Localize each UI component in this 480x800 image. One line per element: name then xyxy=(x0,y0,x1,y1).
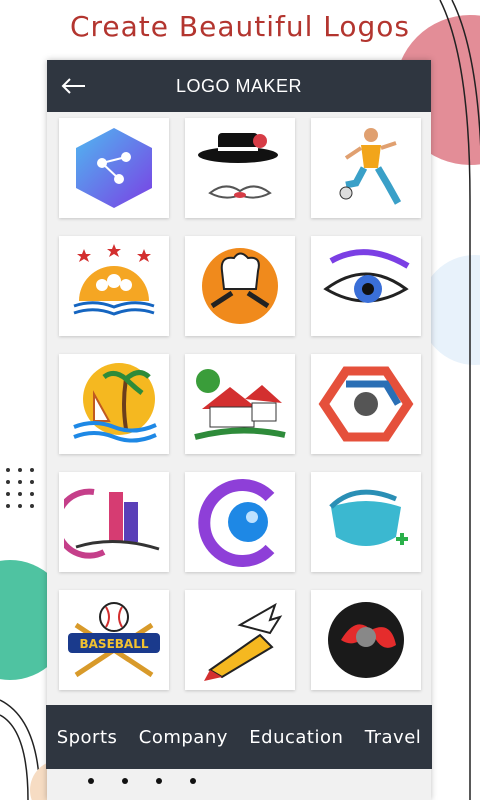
tech-hexagon-logo[interactable] xyxy=(59,118,169,218)
dot xyxy=(88,778,94,784)
hexagon-eye-icon xyxy=(318,366,414,442)
tab-sports[interactable]: Sports xyxy=(57,727,118,748)
education-book-sun-logo[interactable] xyxy=(59,236,169,336)
letter-c-icon xyxy=(198,479,275,567)
app-bar: LOGO MAKER xyxy=(47,60,431,112)
dot xyxy=(122,778,128,784)
tech-hexagon-eye-logo[interactable] xyxy=(311,354,421,454)
baseball-icon: BASEBALL xyxy=(68,602,160,678)
back-button[interactable] xyxy=(47,60,99,112)
arrow-left-icon xyxy=(61,78,85,94)
tab-travel[interactable]: Travel xyxy=(365,727,422,748)
buildings-icon xyxy=(64,488,160,559)
chef-hat-icon xyxy=(202,248,278,324)
winged-pencil-icon xyxy=(204,602,283,681)
baseball-badge-text: BASEBALL xyxy=(80,637,149,651)
palm-boat-icon xyxy=(73,363,157,443)
real-estate-house-logo[interactable] xyxy=(185,354,295,454)
winged-pencil-logo[interactable] xyxy=(185,590,295,690)
hexagon-circuit-icon xyxy=(76,128,152,208)
sphere-icon xyxy=(328,602,404,678)
travel-beach-logo[interactable] xyxy=(59,354,169,454)
medical-mask-logo[interactable] xyxy=(311,472,421,572)
hat-mustache-icon xyxy=(198,133,278,199)
letter-c-sphere-logo[interactable] xyxy=(185,472,295,572)
chef-spoon-fork-logo[interactable] xyxy=(185,236,295,336)
tab-education[interactable]: Education xyxy=(249,727,343,748)
dot xyxy=(156,778,162,784)
baseball-badge-logo[interactable]: BASEBALL xyxy=(59,590,169,690)
chef-hat-mustache-logo[interactable] xyxy=(185,118,295,218)
house-icon xyxy=(194,369,286,440)
dot xyxy=(190,778,196,784)
soccer-player-logo[interactable] xyxy=(311,118,421,218)
eye-lash-logo[interactable] xyxy=(311,236,421,336)
tab-company[interactable]: Company xyxy=(139,727,228,748)
phone-frame: LOGO MAKER BASEBALL Sports Company Educa… xyxy=(46,60,432,800)
soccer-player-icon xyxy=(339,128,402,205)
category-tabs: Sports Company Education Travel xyxy=(46,705,432,769)
red-sphere-logo[interactable] xyxy=(311,590,421,690)
app-title: LOGO MAKER xyxy=(175,75,303,96)
promo-headline: Create Beautiful Logos xyxy=(69,10,411,43)
building-swoosh-logo[interactable] xyxy=(59,472,169,572)
decorative-dots xyxy=(88,778,196,784)
book-sun-icon xyxy=(73,244,155,316)
mask-plus-icon xyxy=(329,489,408,546)
eye-icon xyxy=(323,249,410,303)
